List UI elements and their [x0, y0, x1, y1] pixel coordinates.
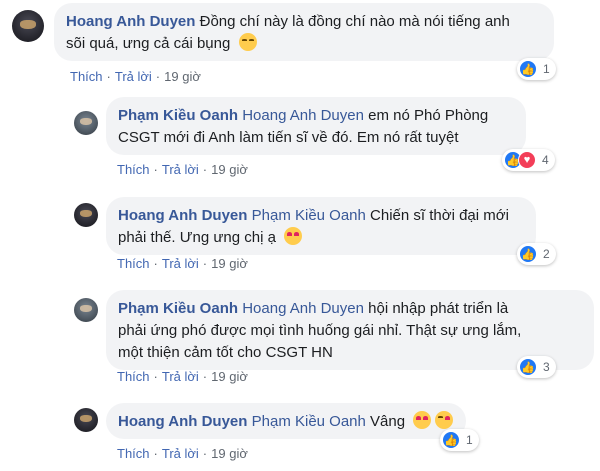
- reply-button[interactable]: Trả lời: [162, 369, 199, 384]
- separator: ·: [153, 256, 158, 271]
- reactions-summary[interactable]: 👍 3: [517, 356, 556, 378]
- heart-eyes-emoji: [413, 411, 432, 429]
- comment-text: Đồng chí này là đồng chí nào mà nói tiến…: [199, 13, 510, 30]
- comment-actions: Thích · Trả lời · 19 giờ: [117, 446, 248, 461]
- like-button[interactable]: Thích: [117, 162, 150, 177]
- comment-actions: Thích · Trả lời · 19 giờ: [117, 162, 248, 177]
- like-button[interactable]: Thích: [70, 69, 103, 84]
- reactions-summary[interactable]: 👍 1: [517, 58, 556, 80]
- like-button[interactable]: Thích: [117, 446, 150, 461]
- comment-text-line2: CSGT mới đi Anh làm tiến sĩ về đó. Em nó…: [118, 129, 459, 146]
- avatar[interactable]: [74, 111, 98, 135]
- avatar[interactable]: [74, 298, 98, 322]
- comment-actions: Thích · Trả lời · 19 giờ: [70, 69, 201, 84]
- reactions-summary[interactable]: 👍 ♥ 4: [502, 149, 555, 171]
- avatar[interactable]: [74, 203, 98, 227]
- comment-author[interactable]: Phạm Kiều Oanh: [118, 107, 238, 124]
- smiling-face-hearts-emoji: [435, 411, 454, 429]
- reply-button[interactable]: Trả lời: [162, 446, 199, 461]
- separator: ·: [202, 446, 208, 461]
- comment-author[interactable]: Hoang Anh Duyen: [66, 13, 195, 30]
- comment-time[interactable]: 19 giờ: [211, 162, 248, 177]
- like-button[interactable]: Thích: [117, 256, 150, 271]
- comment-actions: Thích · Trả lời · 19 giờ: [117, 256, 248, 271]
- reply-button[interactable]: Trả lời: [162, 256, 199, 271]
- comment-mention[interactable]: Phạm Kiều Oanh: [252, 413, 366, 430]
- reaction-count: 1: [466, 433, 473, 447]
- comment-text: Vâng: [370, 413, 406, 430]
- reactions-summary[interactable]: 👍 2: [517, 243, 556, 265]
- separator: ·: [153, 369, 158, 384]
- comment-bubble: Phạm Kiều Oanh Hoang Anh Duyen em nó Phó…: [106, 97, 526, 155]
- comment-mention[interactable]: Hoang Anh Duyen: [242, 107, 364, 124]
- separator: ·: [106, 69, 111, 84]
- like-icon: 👍: [519, 245, 537, 263]
- like-icon: 👍: [519, 358, 537, 376]
- comment-text: Chiến sĩ thời đại mới: [370, 207, 509, 224]
- comment-bubble: Hoang Anh Duyen Phạm Kiều Oanh Chiến sĩ …: [106, 197, 536, 255]
- like-icon: 👍: [442, 431, 460, 449]
- separator: ·: [202, 162, 208, 177]
- comment-time[interactable]: 19 giờ: [164, 69, 201, 84]
- grinning-face-emoji: [238, 33, 257, 51]
- comment-author[interactable]: Hoang Anh Duyen: [118, 413, 247, 430]
- reaction-count: 2: [543, 247, 550, 261]
- comment-text-line3: một thiện cảm tốt cho CSGT HN: [118, 344, 333, 361]
- comment-text-line2: sõi quá, ưng cả cái bụng: [66, 35, 231, 52]
- separator: ·: [155, 69, 161, 84]
- comment-text-line2: phải ứng phó được mọi tình huống gái nhỉ…: [118, 322, 522, 339]
- reaction-count: 1: [543, 62, 550, 76]
- comment-time[interactable]: 19 giờ: [211, 369, 248, 384]
- reaction-count: 3: [543, 360, 550, 374]
- comment-bubble: Hoang Anh Duyen Đồng chí này là đồng chí…: [54, 3, 554, 61]
- comment-author[interactable]: Phạm Kiều Oanh: [118, 300, 238, 317]
- comment-text: hội nhập phát triển là: [368, 300, 509, 317]
- comment-time[interactable]: 19 giờ: [211, 446, 248, 461]
- reactions-summary[interactable]: 👍 1: [440, 429, 479, 451]
- like-button[interactable]: Thích: [117, 369, 150, 384]
- separator: ·: [153, 162, 158, 177]
- avatar[interactable]: [12, 10, 44, 42]
- reaction-count: 4: [542, 153, 549, 167]
- reply-button[interactable]: Trả lời: [115, 69, 152, 84]
- comment-mention[interactable]: Hoang Anh Duyen: [242, 300, 364, 317]
- like-icon: 👍: [519, 60, 537, 78]
- separator: ·: [202, 369, 208, 384]
- separator: ·: [153, 446, 158, 461]
- comment-bubble: Hoang Anh Duyen Phạm Kiều Oanh Vâng: [106, 403, 466, 439]
- comment-time[interactable]: 19 giờ: [211, 256, 248, 271]
- comment-author[interactable]: Hoang Anh Duyen: [118, 207, 247, 224]
- love-icon: ♥: [518, 151, 536, 169]
- separator: ·: [202, 256, 208, 271]
- heart-eyes-emoji: [284, 227, 303, 245]
- comment-mention[interactable]: Phạm Kiều Oanh: [252, 207, 366, 224]
- comment-actions: Thích · Trả lời · 19 giờ: [117, 369, 248, 384]
- comment-text-line2: phải thế. Ưng ưng chị ạ: [118, 229, 276, 246]
- reply-button[interactable]: Trả lời: [162, 162, 199, 177]
- comment-text: em nó Phó Phòng: [368, 107, 489, 124]
- avatar[interactable]: [74, 408, 98, 432]
